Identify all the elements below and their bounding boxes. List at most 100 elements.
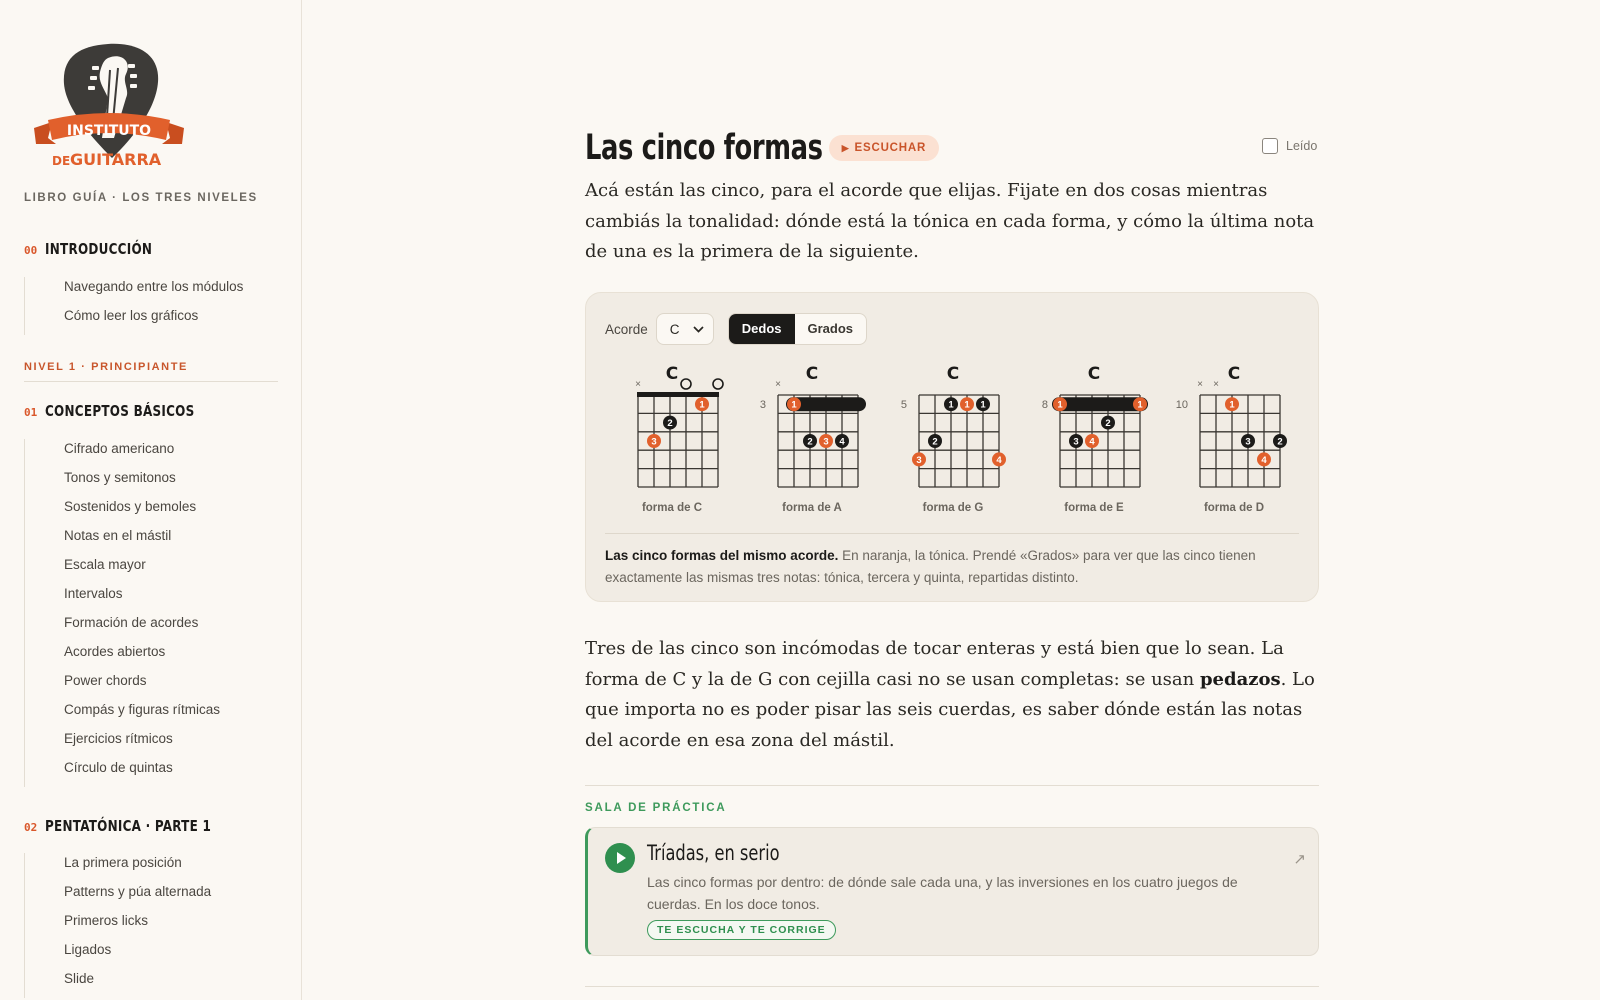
finger-label: 3 [823,437,828,448]
nav-item[interactable]: Patterns y púa alternada [25,882,278,911]
mode-toggle: Dedos Grados [727,313,868,345]
finger-label: 4 [1089,437,1095,448]
mode-dedos-button[interactable]: Dedos [728,314,795,344]
nav-item[interactable]: Tonos y semitonos [25,468,278,497]
chord-diagram-c-shape[interactable]: C forma de C × 1 23 [635,364,724,514]
nav-item[interactable]: La primera posición [25,853,278,882]
finger-label: 3 [916,455,921,466]
section-number: 01 [24,406,38,419]
finger-label: 1 [791,400,797,411]
practice-badge: TE ESCUCHA Y TE CORRIGE [647,920,836,940]
chord-panel: Acorde C Dedos Grados C forma de C × 1 2 3 … [585,292,1319,602]
start-fret-label: 3 [760,399,766,411]
nav-item[interactable]: Acordes abiertos [25,642,278,671]
nav-item[interactable]: Ejercicios rítmicos [25,729,278,758]
chord-shape-label: forma de E [1064,502,1124,514]
listen-button[interactable]: ▶ ESCUCHAR [828,135,940,161]
panel-divider [605,533,1299,534]
nav-item[interactable]: Power chords [25,671,278,700]
chord-diagram-d-shape[interactable]: C forma de D 10 × × 1 3 24 [1176,364,1287,514]
nav-list-pentatonica: La primera posición Patterns y púa alter… [24,853,278,998]
finger-label: 3 [1073,437,1078,448]
mute-mark: × [775,379,781,390]
nav-item[interactable]: Compás y figuras rítmicas [25,700,278,729]
logo-text-top: INSTITUTO [67,123,151,139]
finger-label: 1 [1137,400,1143,411]
body-paragraph: Tres de las cinco son incómodas de tocar… [585,634,1319,756]
section-pentatonica[interactable]: 02 PENTATÓNICA · PARTE 1 [24,817,238,835]
start-fret-label: 8 [1042,399,1048,411]
practice-title: Tríadas, en serio [647,841,780,865]
finger-label: 4 [839,437,845,448]
section-title: CONCEPTOS BÁSICOS [45,402,195,420]
mode-grados-button[interactable]: Grados [795,314,867,344]
nav-item[interactable]: Cómo leer los gráficos [25,306,278,335]
play-icon: ▶ [841,142,850,153]
finger-label: 3 [651,437,656,448]
section-introduccion[interactable]: 00 INTRODUCCIÓN [24,240,170,258]
chord-name: C [1088,364,1100,384]
panel-controls: Acorde C Dedos Grados [605,313,868,345]
section-number: 02 [24,821,38,834]
intro-paragraph: Acá están las cinco, para el acorde que … [585,180,1315,262]
finger-label: 1 [980,400,986,411]
chord-shape-label: forma de D [1204,502,1264,514]
divider [585,785,1319,786]
chord-diagram-a-shape[interactable]: C forma de A 3 ×12 3 4 [760,364,866,514]
play-icon[interactable] [605,843,635,873]
nav-item[interactable]: Intervalos [25,584,278,613]
nav-item[interactable]: Sostenidos y bemoles [25,497,278,526]
read-checkbox[interactable]: Leído [1262,138,1317,154]
start-fret-label: 10 [1176,399,1188,411]
finger-label: 2 [1105,418,1110,429]
nav-item[interactable]: Cifrado americano [25,439,278,468]
nut-bar [637,392,719,397]
chord-select-label: Acorde [605,321,648,337]
external-link-icon[interactable]: ↗ [1293,850,1306,868]
checkbox-box[interactable] [1262,138,1278,154]
finger-label: 1 [1229,400,1235,411]
nav-item[interactable]: Notas en el mástil [25,526,278,555]
chevron-down-icon [693,325,704,333]
mute-mark: × [1197,379,1203,390]
section-title: INTRODUCCIÓN [45,240,153,258]
nav-item[interactable]: Slide [25,969,278,998]
nav-list-introduccion: Navegando entre los módulos Cómo leer lo… [24,277,278,335]
practice-room-label: SALA DE PRÁCTICA [585,802,727,814]
nav-item[interactable]: Primeros licks [25,911,278,940]
section-title: PENTATÓNICA · PARTE 1 [45,817,212,835]
mute-mark: × [635,379,641,390]
nav-item[interactable]: Ligados [25,940,278,969]
chord-diagrams: C forma de C ×123 C forma de A 3 ×12 3 4 C… [635,364,1287,514]
chord-name: C [947,364,959,384]
nav-item[interactable]: Navegando entre los módulos [25,277,278,306]
chord-name: C [666,364,678,384]
finger-label: 1 [948,400,954,411]
panel-caption: Las cinco formas del mismo acorde. En na… [605,545,1295,589]
open-string-mark [680,378,692,390]
page-title: Las cinco formas [585,128,823,168]
chord-diagram-e-shape[interactable]: C forma de E 8 1 1 2 3 4 [1042,364,1148,514]
body-text-bold: pedazos [1199,668,1281,690]
nav-item[interactable]: Formación de acordes [25,613,278,642]
caption-bold: Las cinco formas del mismo acorde. [605,548,839,563]
title-row: Las cinco formas ▶ ESCUCHAR [585,128,940,168]
chord-select-value: C [669,321,680,337]
chord-diagram-g-shape[interactable]: C forma de G 5 1 1 123 4 [901,364,1006,514]
chord-select[interactable]: C [655,313,714,345]
finger-label: 2 [1277,437,1282,448]
listen-label: ESCUCHAR [854,142,927,154]
logo-text-bottom: GUITARRA [70,150,162,169]
nav-item[interactable]: Escala mayor [25,555,278,584]
finger-label: 2 [667,418,672,429]
section-conceptos-basicos[interactable]: 01 CONCEPTOS BÁSICOS [24,402,219,420]
chord-shape-label: forma de C [642,502,702,514]
nav-item[interactable]: Círculo de quintas [25,758,278,787]
instituto-logo[interactable]: INSTITUTO DE GUITARRA [30,40,190,174]
practice-card[interactable]: Tríadas, en serio Las cinco formas por d… [585,827,1319,956]
start-fret-label: 5 [901,399,907,411]
chord-shape-label: forma de G [923,502,984,514]
body-text-a: Tres de las cinco son incómodas de tocar… [585,638,1284,690]
open-string-mark [712,378,724,390]
finger-label: 4 [1261,455,1267,466]
